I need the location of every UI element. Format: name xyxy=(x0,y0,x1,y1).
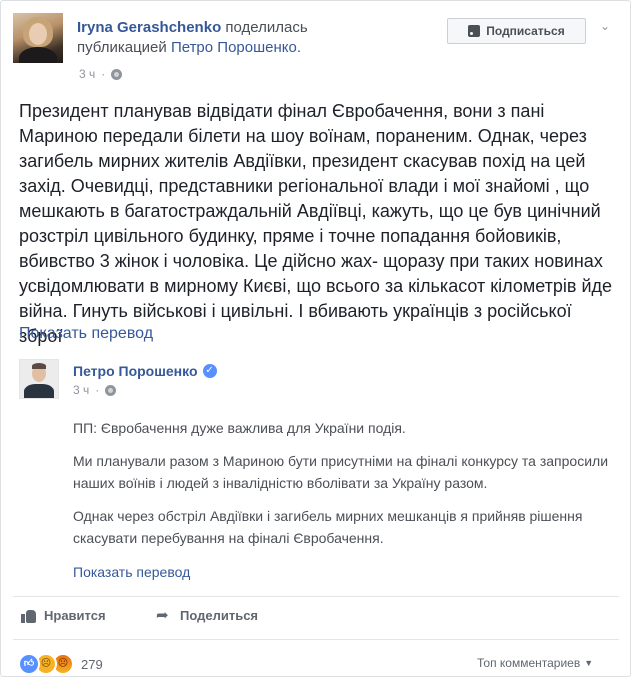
shared-post-meta: 3 ч · xyxy=(73,383,117,397)
like-label: Нравится xyxy=(44,608,106,623)
subscribe-label: Подписаться xyxy=(486,24,565,38)
divider xyxy=(13,639,619,640)
action-text: поделилась xyxy=(225,19,308,36)
globe-icon[interactable] xyxy=(111,68,123,80)
avatar-hair xyxy=(32,363,46,369)
post-header: Iryna Gerashchenko поделилась публикацие… xyxy=(77,18,437,58)
author-name[interactable]: Iryna Gerashchenko xyxy=(77,19,221,36)
post-card: Iryna Gerashchenko поделилась публикацие… xyxy=(0,0,631,677)
shared-post-time[interactable]: 3 ч xyxy=(73,383,89,397)
post-meta: 3 ч · xyxy=(79,67,123,81)
caret-down-icon: ▼ xyxy=(584,658,594,668)
rss-icon xyxy=(468,25,481,37)
shared-paragraph-2: Ми планували разом з Мариною бути присут… xyxy=(73,453,609,491)
post-text: Президент планував відвідати фінал Євроб… xyxy=(19,101,613,346)
shared-from-link[interactable]: Петро Порошенко. xyxy=(171,39,301,56)
translate-link[interactable]: Показать перевод xyxy=(19,325,153,343)
shared-translate-link[interactable]: Показать перевод xyxy=(73,564,190,580)
divider xyxy=(13,596,619,597)
dot-separator: · xyxy=(95,383,100,397)
chevron-down-icon[interactable]: ⌄ xyxy=(598,19,612,33)
avatar-suit xyxy=(24,384,54,398)
like-reaction-icon: 👍︎ xyxy=(18,653,40,675)
dot-separator: · xyxy=(101,67,106,81)
shared-author-name[interactable]: Петро Порошенко ✓ xyxy=(73,363,217,379)
author-avatar[interactable] xyxy=(13,13,63,63)
shared-author-label: Петро Порошенко xyxy=(73,363,198,379)
verified-icon: ✓ xyxy=(202,364,217,378)
like-button[interactable]: Нравится xyxy=(21,608,106,623)
avatar-face xyxy=(29,23,47,45)
post-time[interactable]: 3 ч xyxy=(79,67,95,81)
share-button[interactable]: ➦ Поделиться xyxy=(156,606,259,624)
shared-author-avatar[interactable] xyxy=(19,359,59,399)
avatar-shoulders xyxy=(19,47,57,63)
top-comments-dropdown[interactable]: Топ комментариев ▼ xyxy=(477,656,593,670)
share-label: Поделиться xyxy=(180,608,259,623)
shared-paragraph-3: Однак через обстріл Авдіївки і загибель … xyxy=(73,508,583,546)
reactions-summary[interactable]: 👍︎ ☹ ☹ 279 xyxy=(18,653,103,675)
share-arrow-icon: ➦ xyxy=(156,606,169,624)
thumbs-up-icon xyxy=(21,608,36,623)
globe-icon[interactable] xyxy=(105,384,117,396)
subscribe-button[interactable]: Подписаться xyxy=(447,18,586,44)
top-comments-label: Топ комментариев xyxy=(477,656,581,670)
shared-paragraph-1: ПП: Євробачення дуже важлива для України… xyxy=(73,420,406,436)
reaction-count: 279 xyxy=(81,656,103,672)
action-text-2: публикацией xyxy=(77,39,167,56)
